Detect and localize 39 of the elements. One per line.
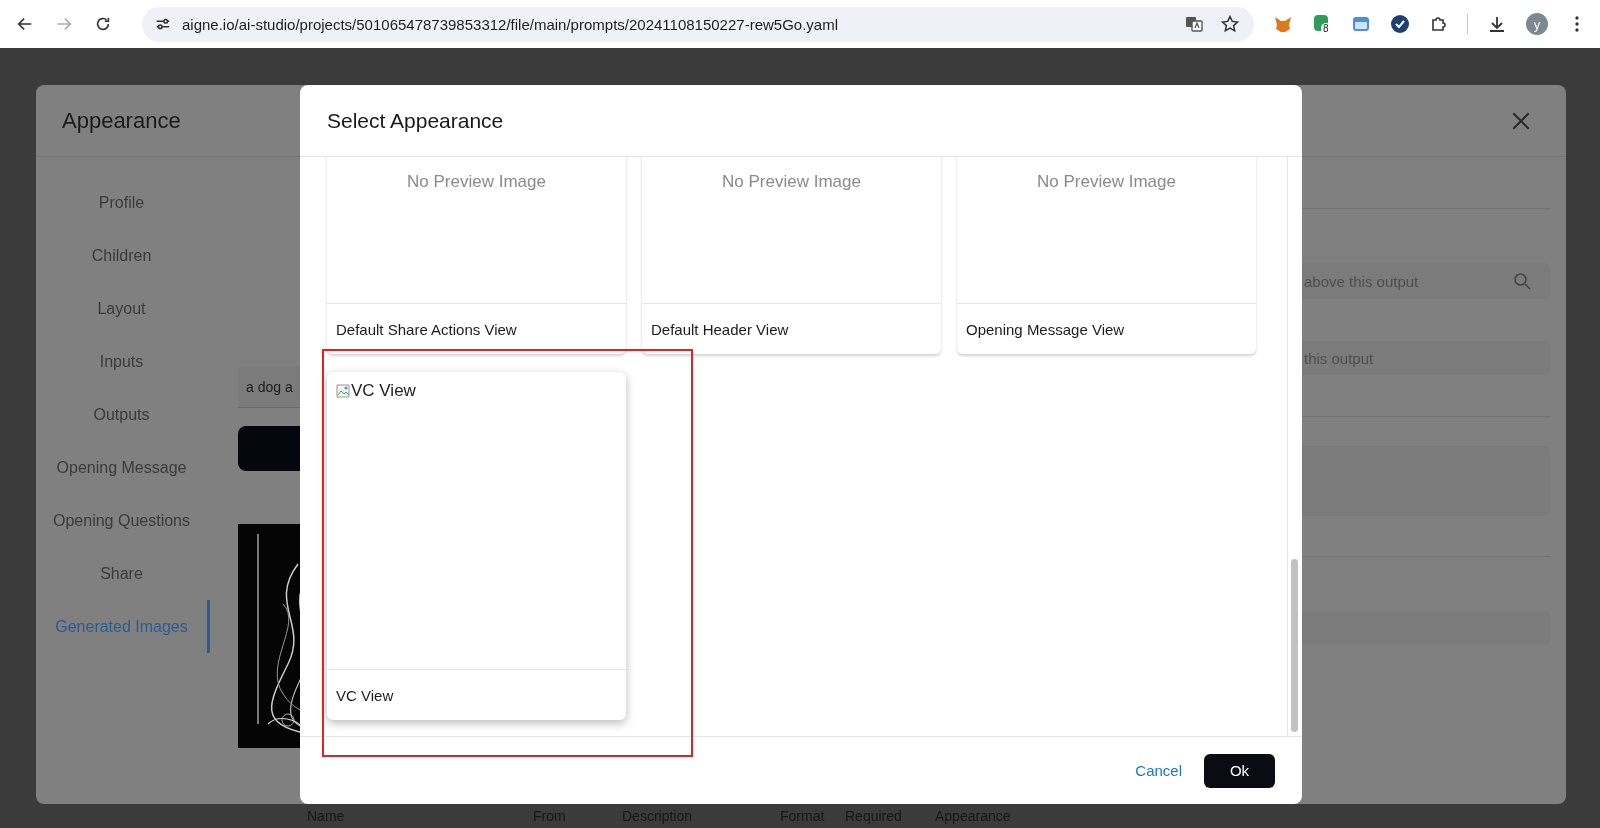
puzzle-icon[interactable] [1429, 14, 1449, 34]
extension-badge: 8 [1321, 23, 1331, 35]
nav-tab[interactable]: Generated Images [36, 600, 210, 653]
broken-image-icon [336, 384, 350, 398]
nav-tab[interactable]: Opening Questions [36, 494, 210, 547]
ok-button[interactable]: Ok [1204, 753, 1275, 788]
nav-tab[interactable]: Inputs [36, 335, 210, 388]
image-alt-text: VC View [351, 381, 416, 401]
profile-avatar[interactable]: y [1526, 13, 1548, 35]
appearance-card[interactable]: No Preview Image Default Header View [642, 157, 941, 354]
card-label: Default Header View [650, 319, 790, 340]
fox-icon[interactable] [1273, 14, 1293, 34]
star-icon[interactable] [1220, 14, 1240, 34]
nav-tab[interactable]: Opening Message [36, 441, 210, 494]
preview-placeholder: No Preview Image [722, 172, 861, 192]
dialog-title: Select Appearance [327, 108, 504, 133]
card-label: Opening Message View [965, 319, 1126, 340]
appearance-card[interactable]: No Preview Image Default Share Actions View [327, 157, 626, 354]
window-icon[interactable] [1351, 14, 1371, 34]
preview-placeholder: No Preview Image [407, 172, 546, 192]
translate-icon[interactable] [1184, 14, 1204, 34]
dialog-title: Appearance [62, 107, 181, 134]
address-bar[interactable]: aigne.io/ai-studio/projects/501065478739853312/file/main/prompts/20241108150227-rew5Go.yaml [142, 6, 1254, 42]
nav-tab[interactable]: Share [36, 547, 210, 600]
download-icon[interactable] [1487, 14, 1507, 34]
back-icon[interactable] [16, 15, 34, 33]
url-text: aigne.io/ai-studio/projects/501065478739853312/file/main/prompts/20241108150227-rew5Go.yaml [182, 15, 838, 33]
cancel-button[interactable]: Cancel [1135, 756, 1182, 785]
appearance-card[interactable]: No Preview Image Opening Message View [957, 157, 1256, 354]
card-label: VC View [335, 685, 395, 706]
reload-icon[interactable] [94, 15, 112, 33]
card-label: Default Share Actions View [335, 319, 518, 340]
check-icon[interactable] [1390, 14, 1410, 34]
nav-tab[interactable]: Outputs [36, 388, 210, 441]
preview-placeholder: No Preview Image [1037, 172, 1176, 192]
nav-tab[interactable]: Children [36, 229, 210, 282]
appearance-card[interactable]: VC View VC View [327, 372, 626, 720]
nav-tab[interactable]: Profile [36, 176, 210, 229]
nav-tab[interactable]: Layout [36, 282, 210, 335]
